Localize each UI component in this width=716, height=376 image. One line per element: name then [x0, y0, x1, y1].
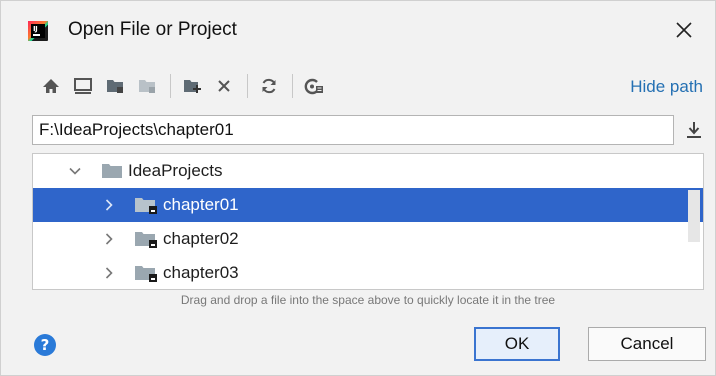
tree-item-label: chapter02 [163, 229, 239, 248]
delete-button[interactable] [210, 72, 238, 100]
ok-button[interactable]: OK [474, 327, 560, 361]
home-icon [43, 79, 59, 93]
project-folder-icon [107, 80, 123, 93]
intellij-app-icon: IJ [28, 21, 48, 41]
close-icon [676, 22, 692, 38]
show-hidden-button[interactable] [300, 72, 328, 100]
desktop-button[interactable] [69, 72, 97, 100]
toolbar-separator [170, 74, 171, 98]
tree-row[interactable]: chapter02 [33, 222, 703, 256]
home-button[interactable] [37, 72, 65, 100]
new-folder-button[interactable] [178, 72, 206, 100]
desktop-icon [74, 78, 92, 94]
refresh-icon [262, 78, 276, 94]
toolbar-separator [247, 74, 248, 98]
help-button[interactable]: ? [34, 334, 56, 356]
chevron-right-icon[interactable] [101, 265, 117, 281]
tree-row[interactable]: chapter03 [33, 256, 703, 289]
close-button[interactable] [669, 15, 699, 45]
module-folder-icon [135, 231, 157, 248]
path-input[interactable] [32, 115, 674, 145]
tree-item-label: chapter03 [163, 263, 239, 282]
download-icon [687, 122, 701, 138]
cancel-button[interactable]: Cancel [588, 327, 706, 361]
refresh-button[interactable] [255, 72, 283, 100]
hide-path-link[interactable]: Hide path [630, 77, 703, 97]
project-folder-button[interactable] [101, 72, 129, 100]
tree-item-label: IdeaProjects [128, 161, 223, 180]
toolbar-separator [292, 74, 293, 98]
tree-row[interactable]: chapter01 [33, 188, 703, 222]
open-file-dialog: IJ Open File or Project Hide path F:\Ide… [0, 0, 716, 376]
download-button[interactable] [683, 117, 705, 143]
chevron-right-icon[interactable] [101, 231, 117, 247]
module-folder-icon [139, 80, 155, 93]
dialog-title: Open File or Project [68, 19, 237, 40]
drag-drop-hint: Drag and drop a file into the space abov… [180, 293, 556, 307]
tree-row[interactable]: IdeaProjects [33, 154, 703, 188]
chevron-down-icon[interactable] [67, 163, 83, 179]
toolbar [37, 71, 332, 101]
module-folder-icon [135, 265, 157, 282]
new-folder-icon [184, 80, 201, 93]
tree-item-label: chapter01 [163, 195, 239, 214]
file-tree[interactable]: IdeaProjects chapter01 chapter02 chapter… [32, 153, 704, 290]
tree-scrollbar[interactable] [688, 190, 700, 242]
module-folder-button[interactable] [133, 72, 161, 100]
module-folder-icon [135, 197, 157, 214]
folder-icon [102, 163, 122, 179]
title-bar: IJ Open File or Project [1, 1, 715, 61]
chevron-right-icon[interactable] [101, 197, 117, 213]
show-hidden-icon [304, 78, 323, 95]
delete-icon [218, 80, 230, 92]
